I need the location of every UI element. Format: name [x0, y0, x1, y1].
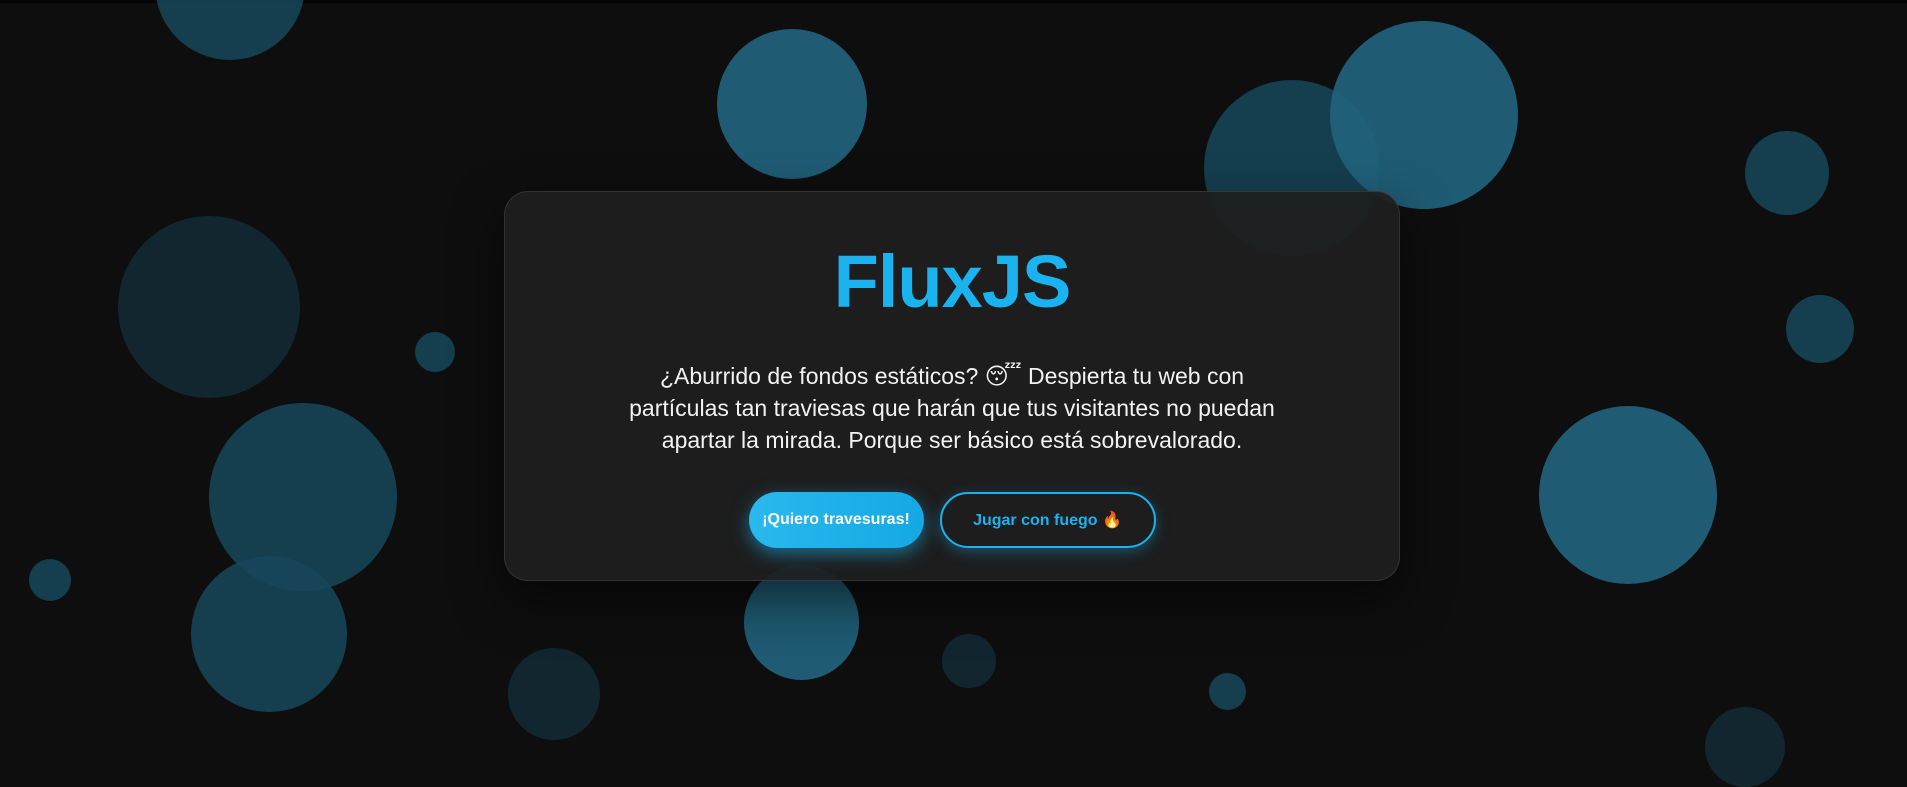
- particle: [1209, 673, 1246, 710]
- hero-title: FluxJS: [833, 240, 1072, 323]
- quiero-travesuras-button[interactable]: ¡Quiero travesuras!: [748, 492, 924, 548]
- jugar-con-fuego-button[interactable]: Jugar con fuego 🔥: [939, 492, 1156, 548]
- particle: [155, 0, 305, 60]
- hero-description: ¿Aburrido de fondos estáticos? 😴 Despier…: [629, 363, 1275, 453]
- particle: [1705, 707, 1785, 787]
- particle: [1330, 21, 1518, 209]
- particle: [1745, 131, 1829, 215]
- particle: [1539, 406, 1717, 584]
- particle: [415, 332, 455, 372]
- particle: [29, 559, 71, 601]
- particle: [1786, 295, 1854, 363]
- hero-card: FluxJS ¿Aburrido de fondos estáticos? 😴 …: [504, 191, 1400, 581]
- particle: [508, 648, 600, 740]
- hero-actions: ¡Quiero travesuras! Jugar con fuego 🔥: [505, 492, 1399, 548]
- particle: [717, 29, 867, 179]
- particle: [744, 565, 859, 680]
- particle: [942, 634, 996, 688]
- particle: [118, 216, 300, 398]
- particle: [191, 556, 347, 712]
